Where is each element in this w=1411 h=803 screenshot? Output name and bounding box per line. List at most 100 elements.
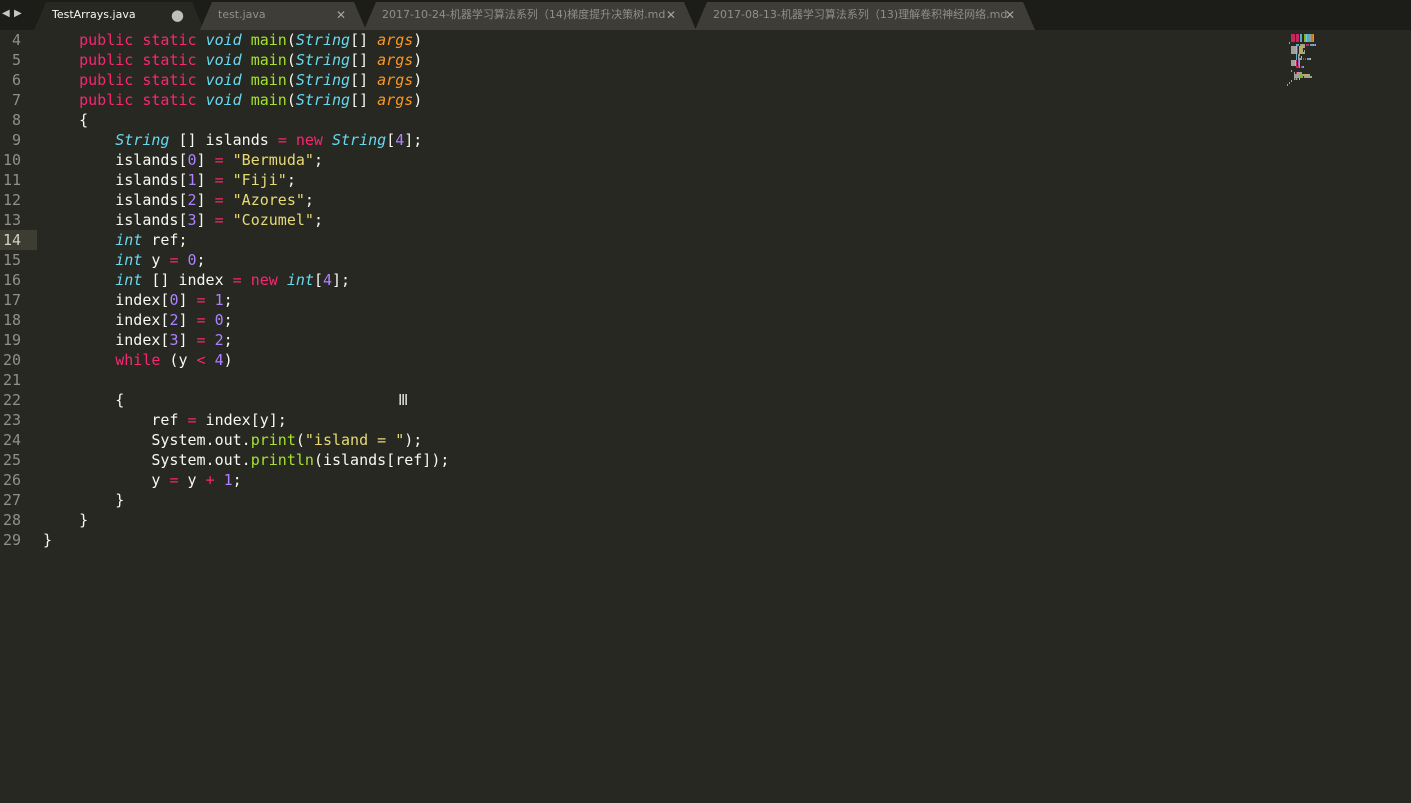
code-text: ] [196,191,215,209]
code-text: ref; [142,231,188,249]
code-line[interactable]: 17 index[0] = 1; [0,290,1411,310]
close-icon[interactable]: ✕ [1005,2,1015,28]
triangle-right-icon[interactable]: ▶ [14,0,22,30]
minimap-line [1291,40,1295,42]
function-token: main [250,31,287,49]
type-token: int [286,271,314,289]
line-number: 12 [2,191,21,209]
keyword-token: new [295,131,323,149]
code-line[interactable]: 5 public static void main(String[] args) [0,50,1411,70]
code-text: ] [196,211,215,229]
code-text: System.out. [43,451,251,469]
code-line[interactable]: 22 { [0,390,1411,410]
close-icon[interactable]: ✕ [336,2,346,28]
line-number: 21 [2,371,21,389]
number-token: 4 [322,271,332,289]
code-line[interactable]: 4 public static void main(String[] args) [0,30,1411,50]
code-text: [] index [142,271,233,289]
code-line[interactable]: 25 System.out.println(islands[ref]); [0,450,1411,470]
code-text: ; [286,171,296,189]
tab-testarrays-java[interactable]: TestArrays.java ● [34,2,204,30]
type-token: String [295,31,351,49]
operator-token: = [196,331,206,349]
code-line[interactable]: 16 int [] index = new int[4]; [0,270,1411,290]
line-number: 15 [2,251,21,269]
code-line[interactable]: 6 public static void main(String[] args) [0,70,1411,90]
tab-test-java[interactable]: test.java ✕ [200,2,366,30]
code-content: } [43,530,52,550]
code-content: public static void main(String[] args) [43,30,422,50]
code-line[interactable]: 27 } [0,490,1411,510]
code-text: } [43,511,89,529]
code-line[interactable]: 7 public static void main(String[] args) [0,90,1411,110]
code-text: islands[ [43,211,188,229]
code-text: ]; [332,271,351,289]
code-line[interactable]: 13 islands[3] = "Cozumel"; [0,210,1411,230]
type-token: String [295,51,351,69]
minimap-line [1302,66,1304,68]
minimap-line [1305,44,1307,46]
function-token: print [250,431,296,449]
keyword-token: public [79,51,134,69]
keyword-token: public [79,91,134,109]
code-line[interactable]: 26 y = y + 1; [0,470,1411,490]
code-text: ; [223,291,233,309]
code-content: y = y + 1; [43,470,241,490]
code-line[interactable]: 21 [0,370,1411,390]
tab-md-14[interactable]: 2017-10-24-机器学习算法系列（14)梯度提升决策树.md ✕ [364,2,696,30]
code-line[interactable]: 29} [0,530,1411,550]
code-text: ( [286,91,296,109]
code-line[interactable]: 11 islands[1] = "Fiji"; [0,170,1411,190]
code-line[interactable]: 10 islands[0] = "Bermuda"; [0,150,1411,170]
code-line[interactable]: 23 ref = index[y]; [0,410,1411,430]
number-token: 0 [214,311,224,329]
code-content: islands[1] = "Fiji"; [43,170,296,190]
operator-token: = [214,171,224,189]
code-line[interactable]: 14 int ref; [0,230,1411,250]
keyword-token: public [79,31,134,49]
code-text: (y [160,351,197,369]
modified-dot-icon[interactable]: ● [171,2,184,28]
line-number: 24 [2,431,21,449]
code-line[interactable]: 18 index[2] = 0; [0,310,1411,330]
code-content: public static void main(String[] args) [43,90,422,110]
line-number: 17 [2,291,21,309]
triangle-left-icon[interactable]: ◀ [2,0,10,30]
tab-md-13[interactable]: 2017-08-13-机器学习算法系列（13)理解卷积神经网络.md ✕ [695,2,1035,30]
code-line[interactable]: 20 while (y < 4) [0,350,1411,370]
code-content: islands[3] = "Cozumel"; [43,210,323,230]
code-text: [] [350,91,378,109]
code-text: ( [286,71,296,89]
code-text: [] islands [169,131,278,149]
code-text: ) [413,71,423,89]
number-token: 1 [214,291,224,309]
code-content: System.out.print("island = "); [43,430,422,450]
number-token: 2 [187,191,197,209]
code-line[interactable]: 19 index[3] = 2; [0,330,1411,350]
code-line[interactable]: 28 } [0,510,1411,530]
code-line[interactable]: 15 int y = 0; [0,250,1411,270]
code-line[interactable]: 8 { [0,110,1411,130]
line-number: 28 [2,511,21,529]
close-icon[interactable]: ✕ [666,2,676,28]
code-editor[interactable]: 4 public static void main(String[] args)… [0,30,1411,803]
code-line[interactable]: 24 System.out.print("island = "); [0,430,1411,450]
line-number: 6 [11,71,21,89]
type-token: void [205,31,242,49]
code-text: y [178,471,206,489]
code-text: ] [178,311,197,329]
minimap[interactable] [1287,34,1335,88]
code-content: public static void main(String[] args) [43,50,422,70]
code-line[interactable]: 12 islands[2] = "Azores"; [0,190,1411,210]
code-line[interactable]: 9 String [] islands = new String[4]; [0,130,1411,150]
